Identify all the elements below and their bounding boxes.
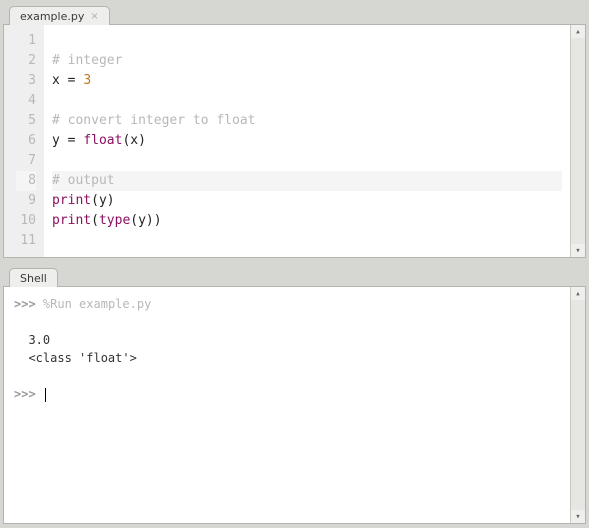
code-line[interactable] bbox=[52, 231, 562, 251]
scroll-up-icon[interactable]: ▴ bbox=[571, 287, 585, 300]
shell-line bbox=[14, 367, 560, 385]
shell-line: <class 'float'> bbox=[14, 349, 560, 367]
code-line[interactable]: print(y) bbox=[52, 191, 562, 211]
shell-pane: Shell >>> %Run example.py 3.0 <class 'fl… bbox=[3, 266, 586, 524]
shell-tab-label: Shell bbox=[20, 272, 47, 285]
editor-tab-bar: example.py × bbox=[3, 4, 586, 24]
scroll-up-icon[interactable]: ▴ bbox=[571, 25, 585, 38]
shell-line: 3.0 bbox=[14, 331, 560, 349]
code-line[interactable] bbox=[52, 91, 562, 111]
shell-prompt-line[interactable]: >>> bbox=[14, 385, 560, 403]
line-number: 10 bbox=[16, 211, 36, 231]
code-line[interactable]: # output bbox=[52, 171, 562, 191]
line-number: 2 bbox=[16, 51, 36, 71]
shell-area[interactable]: >>> %Run example.py 3.0 <class 'float'> … bbox=[4, 287, 570, 523]
code-area[interactable]: # integerx = 3 # convert integer to floa… bbox=[44, 25, 570, 257]
line-number: 4 bbox=[16, 91, 36, 111]
line-number: 7 bbox=[16, 151, 36, 171]
shell-scrollbar[interactable]: ▴ ▾ bbox=[570, 287, 585, 523]
editor-frame: 1234567891011 # integerx = 3 # convert i… bbox=[3, 24, 586, 258]
code-line[interactable] bbox=[52, 151, 562, 171]
line-number: 8 bbox=[16, 171, 36, 191]
code-line[interactable]: # convert integer to float bbox=[52, 111, 562, 131]
shell-tab-bar: Shell bbox=[3, 266, 586, 286]
code-line[interactable]: # integer bbox=[52, 51, 562, 71]
scroll-down-icon[interactable]: ▾ bbox=[571, 244, 585, 257]
shell-line: >>> %Run example.py bbox=[14, 295, 560, 313]
shell-tab[interactable]: Shell bbox=[9, 268, 58, 287]
line-number: 9 bbox=[16, 191, 36, 211]
line-number: 6 bbox=[16, 131, 36, 151]
cursor bbox=[45, 388, 46, 402]
shell-line bbox=[14, 313, 560, 331]
shell-frame: >>> %Run example.py 3.0 <class 'float'> … bbox=[3, 286, 586, 524]
line-number: 3 bbox=[16, 71, 36, 91]
code-line[interactable]: y = float(x) bbox=[52, 131, 562, 151]
line-number: 11 bbox=[16, 231, 36, 251]
editor-body[interactable]: 1234567891011 # integerx = 3 # convert i… bbox=[4, 25, 570, 257]
editor-scrollbar[interactable]: ▴ ▾ bbox=[570, 25, 585, 257]
editor-tab-label: example.py bbox=[20, 10, 84, 23]
scroll-down-icon[interactable]: ▾ bbox=[571, 510, 585, 523]
code-line[interactable]: x = 3 bbox=[52, 71, 562, 91]
line-number: 5 bbox=[16, 111, 36, 131]
editor-pane: example.py × 1234567891011 # integerx = … bbox=[3, 4, 586, 258]
line-number-gutter: 1234567891011 bbox=[4, 25, 44, 257]
ide-window: example.py × 1234567891011 # integerx = … bbox=[0, 0, 589, 528]
line-number: 1 bbox=[16, 31, 36, 51]
close-icon[interactable]: × bbox=[90, 12, 98, 22]
editor-tab[interactable]: example.py × bbox=[9, 6, 110, 25]
code-line[interactable] bbox=[52, 31, 562, 51]
code-line[interactable]: print(type(y)) bbox=[52, 211, 562, 231]
